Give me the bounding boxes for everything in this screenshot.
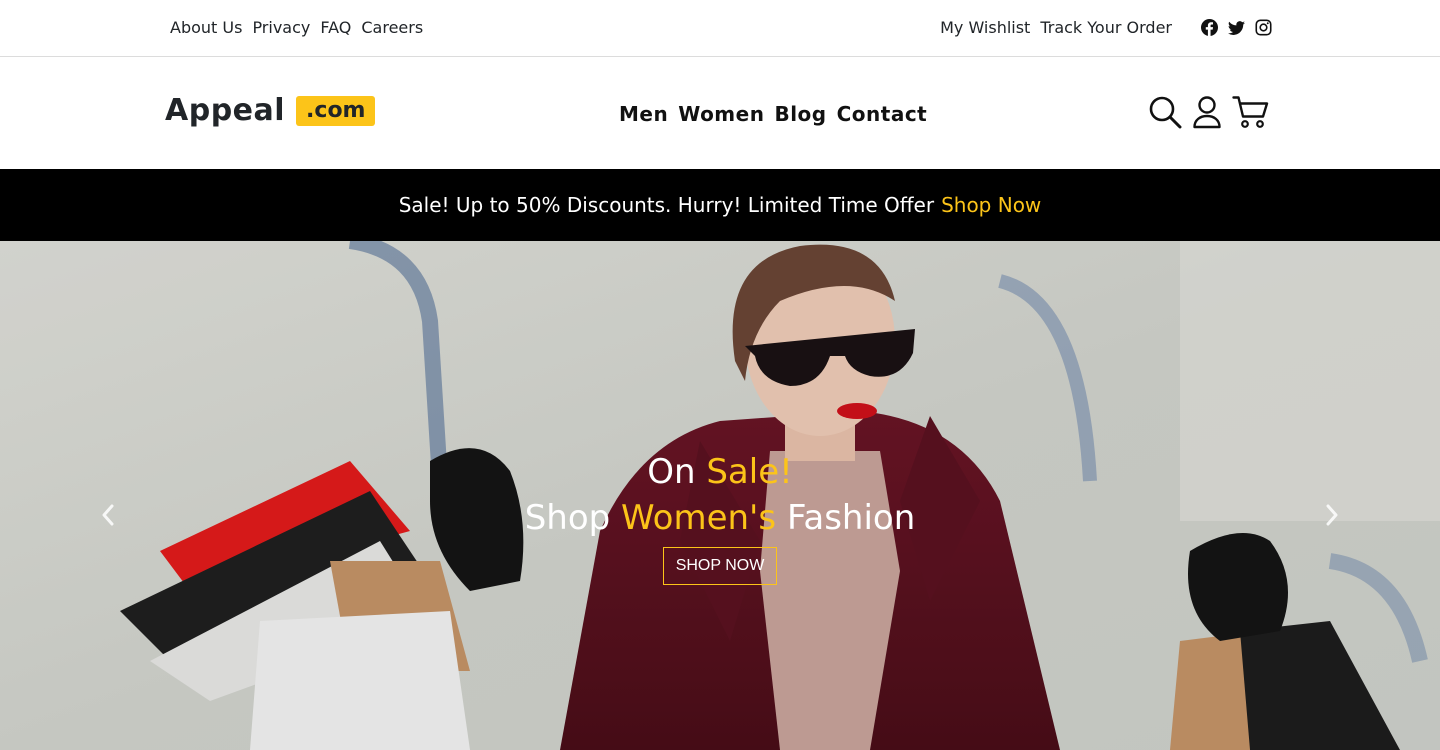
track-order-link[interactable]: Track Your Order <box>1040 18 1172 37</box>
privacy-link[interactable]: Privacy <box>252 18 310 37</box>
cart-icon[interactable] <box>1232 95 1270 129</box>
top-utility-bar: About Us Privacy FAQ Careers My Wishlist… <box>0 0 1440 57</box>
faq-link[interactable]: FAQ <box>320 18 351 37</box>
twitter-icon[interactable] <box>1228 19 1245 36</box>
chevron-right-icon <box>1326 504 1338 526</box>
social-links <box>1201 19 1272 36</box>
hero-shop-now-button[interactable]: SHOP NOW <box>662 547 778 585</box>
careers-link[interactable]: Careers <box>361 18 423 37</box>
hero-heading-line1: On Sale! <box>0 449 1440 495</box>
carousel-prev-button[interactable] <box>98 503 118 527</box>
sale-banner: Sale! Up to 50% Discounts. Hurry! Limite… <box>0 169 1440 241</box>
wishlist-link[interactable]: My Wishlist <box>940 18 1030 37</box>
sale-shop-now-link[interactable]: Shop Now <box>941 193 1041 217</box>
search-icon[interactable] <box>1148 95 1182 129</box>
header-actions <box>1148 95 1270 129</box>
nav-contact[interactable]: Contact <box>837 102 928 126</box>
hero-carousel: On Sale! Shop Women's Fashion SHOP NOW <box>0 241 1440 750</box>
utility-right: My Wishlist Track Your Order <box>940 18 1272 37</box>
hero-text-shop: Shop <box>524 498 611 538</box>
user-icon[interactable] <box>1192 95 1222 129</box>
logo-wordmark: Appeal <box>165 93 286 128</box>
nav-blog[interactable]: Blog <box>774 102 826 126</box>
hero-text-on: On <box>647 452 696 492</box>
logo-tld-badge: .com <box>296 95 376 126</box>
nav-men[interactable]: Men <box>619 102 668 126</box>
nav-women[interactable]: Women <box>678 102 764 126</box>
hero-heading-line2: Shop Women's Fashion <box>0 495 1440 541</box>
carousel-next-button[interactable] <box>1322 503 1342 527</box>
hero-text-womens: Women's <box>621 498 777 538</box>
hero-caption: On Sale! Shop Women's Fashion SHOP NOW <box>0 449 1440 585</box>
hero-text-sale: Sale! <box>706 452 793 492</box>
instagram-icon[interactable] <box>1255 19 1272 36</box>
hero-text-fashion: Fashion <box>786 498 916 538</box>
sale-text: Sale! Up to 50% Discounts. Hurry! Limite… <box>398 193 935 217</box>
utility-links: About Us Privacy FAQ Careers <box>170 18 423 37</box>
chevron-left-icon <box>102 504 114 526</box>
main-nav: Men Women Blog Contact <box>619 102 927 126</box>
facebook-icon[interactable] <box>1201 19 1218 36</box>
site-logo[interactable]: Appeal .com <box>165 93 376 128</box>
about-us-link[interactable]: About Us <box>170 18 242 37</box>
